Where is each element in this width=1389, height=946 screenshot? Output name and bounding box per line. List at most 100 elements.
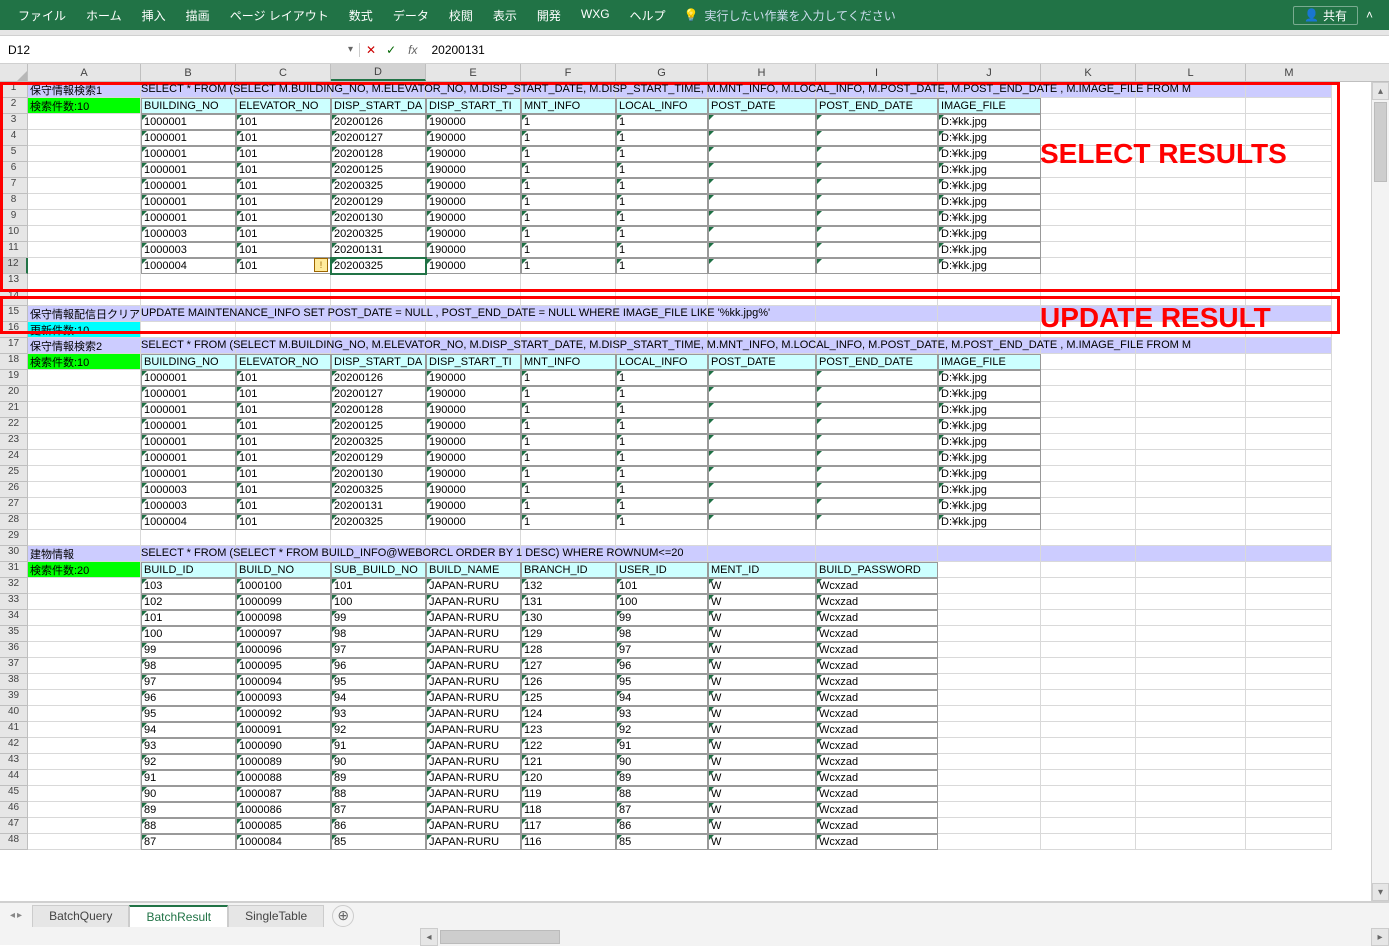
- cell[interactable]: 1: [616, 466, 708, 482]
- cell[interactable]: 99: [616, 610, 708, 626]
- cell[interactable]: [1136, 786, 1246, 802]
- cell[interactable]: [1041, 386, 1136, 402]
- cell[interactable]: [708, 514, 816, 530]
- row-header[interactable]: 29: [0, 530, 28, 546]
- cell[interactable]: 95: [331, 674, 426, 690]
- cell[interactable]: [1246, 818, 1332, 834]
- cell[interactable]: 1: [616, 178, 708, 194]
- cell[interactable]: 1000090: [236, 738, 331, 754]
- ribbon-tab[interactable]: データ: [383, 7, 439, 24]
- cell[interactable]: [1246, 610, 1332, 626]
- cell[interactable]: 1000096: [236, 642, 331, 658]
- cell[interactable]: 20200325: [331, 514, 426, 530]
- cell[interactable]: 20200131: [331, 242, 426, 258]
- ribbon-tab[interactable]: WXG: [571, 7, 620, 24]
- cell[interactable]: 1: [521, 434, 616, 450]
- cell[interactable]: Wcxzad: [816, 818, 938, 834]
- cell[interactable]: 20200325: [331, 178, 426, 194]
- cell[interactable]: 101: [236, 370, 331, 386]
- cell[interactable]: 190000: [426, 450, 521, 466]
- cell[interactable]: [938, 818, 1041, 834]
- cell[interactable]: 1000001: [141, 370, 236, 386]
- cell[interactable]: 96: [141, 690, 236, 706]
- cell[interactable]: [1136, 386, 1246, 402]
- cell[interactable]: Wcxzad: [816, 834, 938, 850]
- cell[interactable]: [1041, 178, 1136, 194]
- cell[interactable]: [1246, 786, 1332, 802]
- cell[interactable]: 1: [521, 450, 616, 466]
- cell[interactable]: [1246, 226, 1332, 242]
- cell[interactable]: BUILDING_NO: [141, 98, 236, 114]
- cell[interactable]: [1136, 482, 1246, 498]
- cell[interactable]: [708, 290, 816, 306]
- row-header[interactable]: 13: [0, 274, 28, 290]
- ribbon-tab[interactable]: 数式: [339, 7, 383, 24]
- cell[interactable]: POST_END_DATE: [816, 354, 938, 370]
- cell[interactable]: [1041, 610, 1136, 626]
- cell[interactable]: 1000001: [141, 450, 236, 466]
- row-header[interactable]: 25: [0, 466, 28, 482]
- cell[interactable]: [938, 754, 1041, 770]
- cell[interactable]: 93: [141, 738, 236, 754]
- cell[interactable]: [1041, 290, 1136, 306]
- cell[interactable]: 20200325: [331, 434, 426, 450]
- cell[interactable]: 1000001: [141, 146, 236, 162]
- cell[interactable]: POST_END_DATE: [816, 98, 938, 114]
- cell[interactable]: [28, 482, 141, 498]
- cell[interactable]: D:¥kk.jpg: [938, 226, 1041, 242]
- cell[interactable]: 20200131: [331, 498, 426, 514]
- ribbon-tab[interactable]: 描画: [176, 7, 220, 24]
- cell[interactable]: [28, 258, 141, 274]
- row-header[interactable]: 32: [0, 578, 28, 594]
- cell[interactable]: 126: [521, 674, 616, 690]
- cell[interactable]: 93: [616, 706, 708, 722]
- cell[interactable]: W: [708, 690, 816, 706]
- cell[interactable]: [938, 562, 1041, 578]
- new-sheet-button[interactable]: ⊕: [332, 905, 354, 927]
- cell[interactable]: 1: [616, 386, 708, 402]
- cell[interactable]: JAPAN-RURU: [426, 802, 521, 818]
- row-header[interactable]: 38: [0, 674, 28, 690]
- cell[interactable]: W: [708, 626, 816, 642]
- cell[interactable]: [708, 258, 816, 274]
- cell[interactable]: [938, 306, 1041, 322]
- cell[interactable]: 20200128: [331, 402, 426, 418]
- cell[interactable]: 90: [141, 786, 236, 802]
- cell[interactable]: [708, 162, 816, 178]
- cell[interactable]: 94: [331, 690, 426, 706]
- cell[interactable]: [708, 386, 816, 402]
- cell[interactable]: [1041, 642, 1136, 658]
- cell[interactable]: W: [708, 754, 816, 770]
- cell[interactable]: [1246, 146, 1332, 162]
- cell[interactable]: D:¥kk.jpg: [938, 434, 1041, 450]
- cell[interactable]: 1000001: [141, 130, 236, 146]
- cell[interactable]: 20200130: [331, 466, 426, 482]
- row-header[interactable]: 36: [0, 642, 28, 658]
- cell[interactable]: [1136, 162, 1246, 178]
- cell[interactable]: [1246, 306, 1332, 322]
- ribbon-tab[interactable]: 挿入: [132, 7, 176, 24]
- cell[interactable]: [1246, 210, 1332, 226]
- cell[interactable]: JAPAN-RURU: [426, 610, 521, 626]
- column-header[interactable]: K: [1041, 64, 1136, 81]
- cell[interactable]: 1: [521, 210, 616, 226]
- cell[interactable]: [28, 242, 141, 258]
- cell[interactable]: 1: [616, 162, 708, 178]
- cell[interactable]: D:¥kk.jpg: [938, 450, 1041, 466]
- cell[interactable]: 1: [521, 466, 616, 482]
- cell[interactable]: 190000: [426, 466, 521, 482]
- cell[interactable]: Wcxzad: [816, 578, 938, 594]
- cell[interactable]: Wcxzad: [816, 786, 938, 802]
- row-header[interactable]: 26: [0, 482, 28, 498]
- cell[interactable]: 1: [616, 210, 708, 226]
- cell[interactable]: 190000: [426, 514, 521, 530]
- cell[interactable]: JAPAN-RURU: [426, 786, 521, 802]
- cell[interactable]: [1246, 130, 1332, 146]
- cell[interactable]: 101: [236, 226, 331, 242]
- cell[interactable]: [1136, 802, 1246, 818]
- cell[interactable]: [708, 434, 816, 450]
- accept-formula-button[interactable]: ✓: [386, 43, 396, 57]
- cell[interactable]: [708, 242, 816, 258]
- cell[interactable]: 101: [236, 114, 331, 130]
- cell[interactable]: 101: [236, 210, 331, 226]
